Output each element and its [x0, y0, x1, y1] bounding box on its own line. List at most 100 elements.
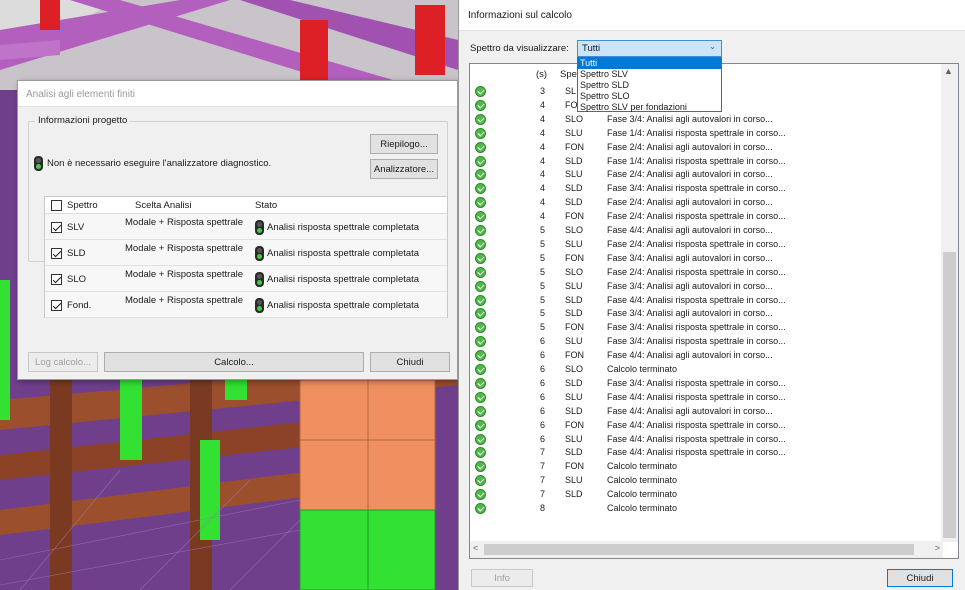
log-row[interactable]: 5 SLU Fase 2/4: Analisi risposta spettrale…	[470, 238, 940, 251]
log-row[interactable]: 5 FON Fase 3/4: Analisi risposta spettrale…	[470, 322, 940, 334]
log-message: Fase 3/4: Analisi risposta spettrale in …	[607, 377, 786, 388]
status-light-icon	[255, 298, 264, 313]
log-row[interactable]: 4 SLU Fase 1/4: Analisi risposta spettrale…	[470, 127, 940, 140]
check-icon	[475, 238, 486, 250]
check-icon	[475, 461, 486, 473]
dropdown-option[interactable]: Spettro SLO	[578, 91, 721, 102]
log-row[interactable]: 6 FON Fase 4/4: Analisi agli autovalori in…	[470, 350, 940, 362]
analysis-choice[interactable]: Modale + Risposta spettrale	[125, 269, 243, 280]
log-seconds: 4	[540, 141, 546, 152]
status-text: Analisi risposta spettrale completata	[267, 300, 420, 311]
fem-analysis-dialog: Analisi agli elementi finiti Informazion…	[17, 80, 458, 380]
spectrum-dropdown: Tutti Spettro SLV Spettro SLD Spettro SL…	[577, 57, 722, 112]
log-row[interactable]: 7 SLD Fase 4/4: Analisi risposta spettrale…	[470, 447, 940, 459]
col-header-seconds: (s)	[536, 69, 548, 80]
log-row[interactable]: 7 SLD Calcolo terminato	[470, 489, 940, 501]
log-message: Fase 4/4: Analisi agli autovalori in cor…	[607, 405, 773, 416]
check-icon	[475, 377, 486, 389]
calc-button[interactable]: Calcolo...	[104, 352, 364, 372]
log-row[interactable]: 5 FON Fase 3/4: Analisi agli autovalori in…	[470, 252, 940, 265]
log-seconds: 4	[540, 197, 546, 208]
log-row[interactable]: 4 FON Fase 2/4: Analisi risposta spettrale…	[470, 211, 940, 223]
log-row[interactable]: 7 FON Calcolo terminato	[470, 461, 940, 473]
table-row[interactable]: Fond. Modale + Risposta spettrale Analis…	[45, 292, 447, 318]
log-row[interactable]: 6 SLO Calcolo terminato	[470, 364, 940, 376]
calc-close-button[interactable]: Chiudi	[887, 569, 953, 587]
log-message: Fase 4/4: Analisi risposta spettrale in …	[607, 294, 786, 305]
log-message: Calcolo terminato	[607, 461, 678, 472]
log-spectrum: SLD	[565, 308, 583, 319]
select-all-checkbox[interactable]	[51, 200, 62, 211]
analyzer-button[interactable]: Analizzatore...	[370, 159, 438, 179]
check-icon	[475, 280, 486, 292]
table-row[interactable]: SLV Modale + Risposta spettrale Analisi …	[45, 214, 447, 240]
log-button[interactable]: Log calcolo...	[28, 352, 98, 372]
spectrum-checkbox[interactable]	[51, 274, 62, 285]
spectrum-select[interactable]: Tutti ⌄	[577, 40, 722, 57]
log-spectrum: FON	[565, 252, 584, 263]
log-seconds: 6	[540, 336, 546, 347]
analysis-choice[interactable]: Modale + Risposta spettrale	[125, 243, 243, 254]
spectrum-checkbox[interactable]	[51, 248, 62, 259]
log-row[interactable]: 6 SLU Fase 3/4: Analisi risposta spettrale…	[470, 336, 940, 348]
log-row[interactable]: 6 FON Fase 4/4: Analisi risposta spettrale…	[470, 419, 940, 432]
log-row[interactable]: 6 SLU Fase 4/4: Analisi risposta spettrale…	[470, 433, 940, 446]
dropdown-option[interactable]: Spettro SLV per fondazioni	[578, 102, 721, 113]
log-row[interactable]: 5 SLU Fase 3/4: Analisi agli autovalori in…	[470, 280, 940, 293]
vertical-scrollbar[interactable]: ▲	[941, 64, 958, 542]
log-row[interactable]: 5 SLO Fase 2/4: Analisi risposta spettrale…	[470, 266, 940, 279]
calc-dialog-title: Informazioni sul calcolo	[459, 0, 965, 31]
log-spectrum: SLD	[565, 197, 583, 208]
log-row[interactable]: 8 Calcolo terminato	[470, 503, 940, 515]
calc-log-list[interactable]: (s) Spe 3SLttrale in corso...4FOttrale i…	[469, 63, 959, 559]
check-icon	[475, 503, 486, 514]
scroll-right-icon[interactable]: >	[935, 543, 940, 553]
analysis-choice[interactable]: Modale + Risposta spettrale	[125, 295, 243, 306]
log-message: Fase 2/4: Analisi risposta spettrale in …	[607, 211, 786, 222]
log-row[interactable]: 6 SLU Fase 4/4: Analisi risposta spettrale…	[470, 391, 940, 404]
info-button[interactable]: Info	[471, 569, 533, 587]
table-row[interactable]: SLD Modale + Risposta spettrale Analisi …	[45, 240, 447, 266]
log-spectrum: SLU	[565, 169, 583, 180]
scroll-up-icon[interactable]: ▲	[944, 66, 953, 76]
check-icon	[475, 391, 486, 403]
log-message: Fase 4/4: Analisi risposta spettrale in …	[607, 433, 786, 444]
fem-close-button[interactable]: Chiudi	[370, 352, 450, 372]
log-row[interactable]: 4 SLU Fase 2/4: Analisi agli autovalori in…	[470, 169, 940, 181]
table-header: Spettro Scelta Analisi Stato	[45, 197, 447, 214]
check-icon	[475, 86, 486, 97]
col-header-analysis: Scelta Analisi	[135, 200, 192, 211]
log-row[interactable]: 5 SLO Fase 4/4: Analisi agli autovalori in…	[470, 225, 940, 237]
log-row[interactable]: 6 SLD Fase 3/4: Analisi risposta spettrale…	[470, 377, 940, 390]
log-row[interactable]: 4 SLD Fase 2/4: Analisi agli autovalori in…	[470, 197, 940, 209]
log-seconds: 4	[540, 155, 546, 166]
log-row[interactable]: 6 SLD Fase 4/4: Analisi agli autovalori in…	[470, 405, 940, 418]
summary-button[interactable]: Riepilogo...	[370, 134, 438, 154]
horizontal-scrollbar[interactable]: < >	[470, 541, 943, 558]
log-row[interactable]: 5 SLD Fase 3/4: Analisi agli autovalori in…	[470, 308, 940, 320]
check-icon	[475, 266, 486, 278]
scroll-left-icon[interactable]: <	[473, 543, 478, 553]
log-row[interactable]: 4 SLO Fase 3/4: Analisi agli autovalori in…	[470, 113, 940, 126]
log-spectrum: SLO	[565, 113, 584, 124]
log-row[interactable]: 5 SLD Fase 4/4: Analisi risposta spettrale…	[470, 294, 940, 307]
log-row[interactable]: 4 FON Fase 2/4: Analisi agli autovalori in…	[470, 141, 940, 154]
log-row[interactable]: 4 SLD Fase 3/4: Analisi risposta spettrale…	[470, 183, 940, 195]
log-spectrum: FON	[565, 419, 584, 430]
scroll-thumb[interactable]	[484, 544, 914, 555]
fem-dialog-title: Analisi agli elementi finiti	[18, 81, 457, 107]
table-row[interactable]: SLO Modale + Risposta spettrale Analisi …	[45, 266, 447, 292]
check-icon	[475, 155, 486, 167]
log-seconds: 5	[540, 280, 546, 291]
dropdown-option[interactable]: Spettro SLD	[578, 80, 721, 91]
status-light-icon	[255, 220, 264, 235]
spectrum-name: Fond.	[67, 300, 92, 311]
spectrum-checkbox[interactable]	[51, 222, 62, 233]
scroll-thumb[interactable]	[943, 252, 956, 538]
analysis-choice[interactable]: Modale + Risposta spettrale	[125, 217, 243, 228]
dropdown-option[interactable]: Spettro SLV	[578, 69, 721, 80]
spectrum-checkbox[interactable]	[51, 300, 62, 311]
log-row[interactable]: 4 SLD Fase 1/4: Analisi risposta spettrale…	[470, 155, 940, 168]
log-row[interactable]: 7 SLU Calcolo terminato	[470, 475, 940, 487]
dropdown-option[interactable]: Tutti	[578, 58, 721, 69]
